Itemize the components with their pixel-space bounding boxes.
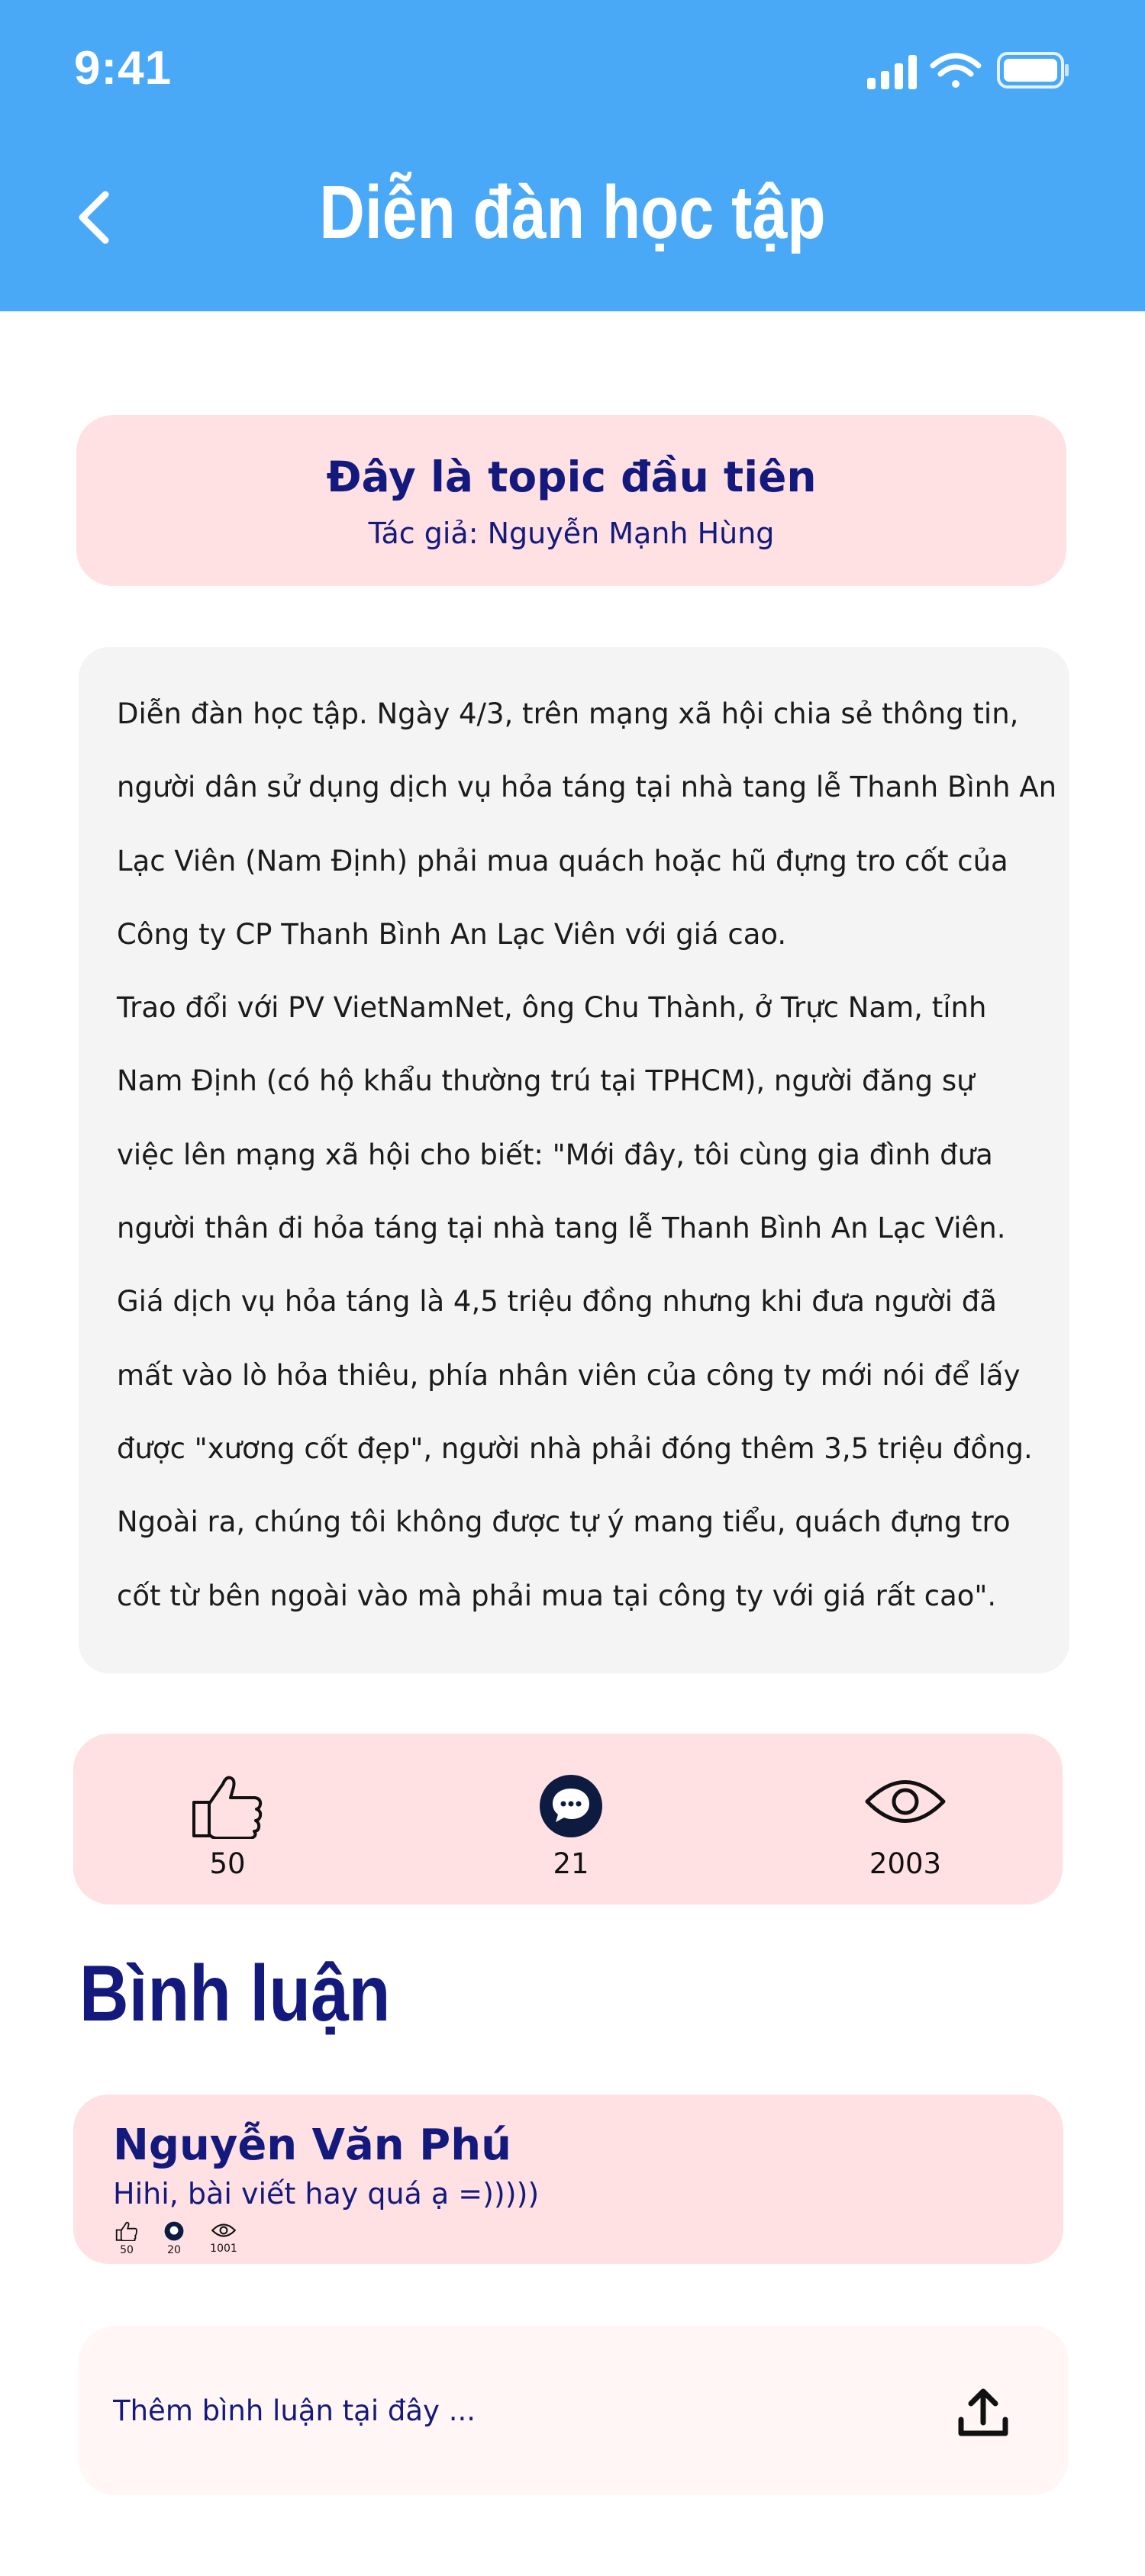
- view-stat: 2003: [814, 1734, 997, 1905]
- topic-title: Đây là topic đầu tiên: [326, 452, 817, 501]
- comment-view-stat: 1001: [208, 2221, 239, 2255]
- chat-bubble-icon: [540, 1775, 602, 1837]
- content-line: Công ty CP Thanh Bình An Lạc Viên với gi…: [117, 917, 787, 951]
- content-line: Diễn đàn học tập. Ngày 4/3, trên mạng xã…: [117, 697, 1019, 730]
- comment-stat[interactable]: 21: [479, 1734, 663, 1905]
- content-line: Giá dịch vụ hỏa táng là 4,5 triệu đồng n…: [117, 1285, 997, 1319]
- comment-input[interactable]: [113, 2384, 800, 2437]
- topic-author: Tác giả: Nguyễn Mạnh Hùng: [368, 517, 775, 550]
- send-button[interactable]: [941, 2375, 1025, 2451]
- comment-like-stat[interactable]: 50: [111, 2221, 142, 2256]
- page-title: Diễn đàn học tập: [319, 170, 826, 254]
- content-line: người thân đi hỏa táng tại nhà tang lễ T…: [117, 1212, 1006, 1245]
- wifi-icon: [930, 53, 982, 88]
- eye-icon: [211, 2223, 237, 2237]
- content-line: Ngoài ra, chúng tôi không được tự ý mang…: [117, 1505, 1011, 1539]
- comment-text: Hihi, bài viết hay quá ạ =))))): [113, 2177, 540, 2211]
- comment-reply-stat[interactable]: 20: [159, 2221, 189, 2256]
- comment-count: 21: [553, 1847, 589, 1880]
- content-line: người dân sử dụng dịch vụ hỏa táng tại n…: [117, 771, 1057, 804]
- upload-icon: [958, 2388, 1008, 2436]
- comment-input-bar: [79, 2326, 1069, 2495]
- thumbs-up-icon: [192, 1776, 263, 1839]
- content-line: Nam Định (có hộ khẩu thường trú tại TPHC…: [117, 1064, 975, 1098]
- topic-header-card: Đây là topic đầu tiên Tác giả: Nguyễn Mạ…: [76, 415, 1066, 586]
- status-time: 9:41: [74, 42, 173, 95]
- like-count: 50: [209, 1847, 246, 1880]
- topic-content: Diễn đàn học tập. Ngày 4/3, trên mạng xã…: [117, 678, 1057, 1633]
- content-line: việc lên mạng xã hội cho biết: "Mới đây,…: [117, 1138, 993, 1171]
- content-line: được "xương cốt đẹp", người nhà phải đón…: [117, 1431, 1033, 1465]
- view-count: 2003: [869, 1847, 942, 1880]
- topic-stats-bar: 50 21 2003: [73, 1734, 1063, 1905]
- comment-like-count: 50: [120, 2244, 134, 2256]
- signal-icon: [867, 55, 917, 89]
- status-icons: [864, 50, 1070, 90]
- content-line: mất vào lò hỏa thiêu, phía nhân viên của…: [117, 1358, 1021, 1392]
- battery-icon: [997, 52, 1069, 89]
- back-button[interactable]: [76, 175, 145, 259]
- content-line: Lạc Viên (Nam Định) phải mua quách hoặc …: [117, 844, 1008, 877]
- app-header: 9:41 Diễn đàn học tập: [0, 0, 1145, 311]
- comments-heading: Bình luận: [79, 1950, 391, 2038]
- chat-bubble-icon: [164, 2221, 184, 2241]
- thumbs-up-icon: [115, 2221, 137, 2242]
- like-stat[interactable]: 50: [136, 1734, 319, 1905]
- comment-author: Nguyễn Văn Phú: [113, 2120, 511, 2170]
- topic-content-card: Diễn đàn học tập. Ngày 4/3, trên mạng xã…: [79, 647, 1069, 1673]
- chevron-left-icon: [79, 191, 109, 244]
- content-line: Trao đổi với PV VietNamNet, ông Chu Thàn…: [117, 991, 987, 1025]
- comment-view-count: 1001: [210, 2243, 237, 2255]
- eye-icon: [865, 1780, 946, 1823]
- comment-item: Nguyễn Văn Phú Hihi, bài viết hay quá ạ …: [73, 2095, 1063, 2264]
- content-line: cốt từ bên ngoài vào mà phải mua tại côn…: [117, 1579, 997, 1612]
- comment-reply-count: 20: [167, 2244, 181, 2256]
